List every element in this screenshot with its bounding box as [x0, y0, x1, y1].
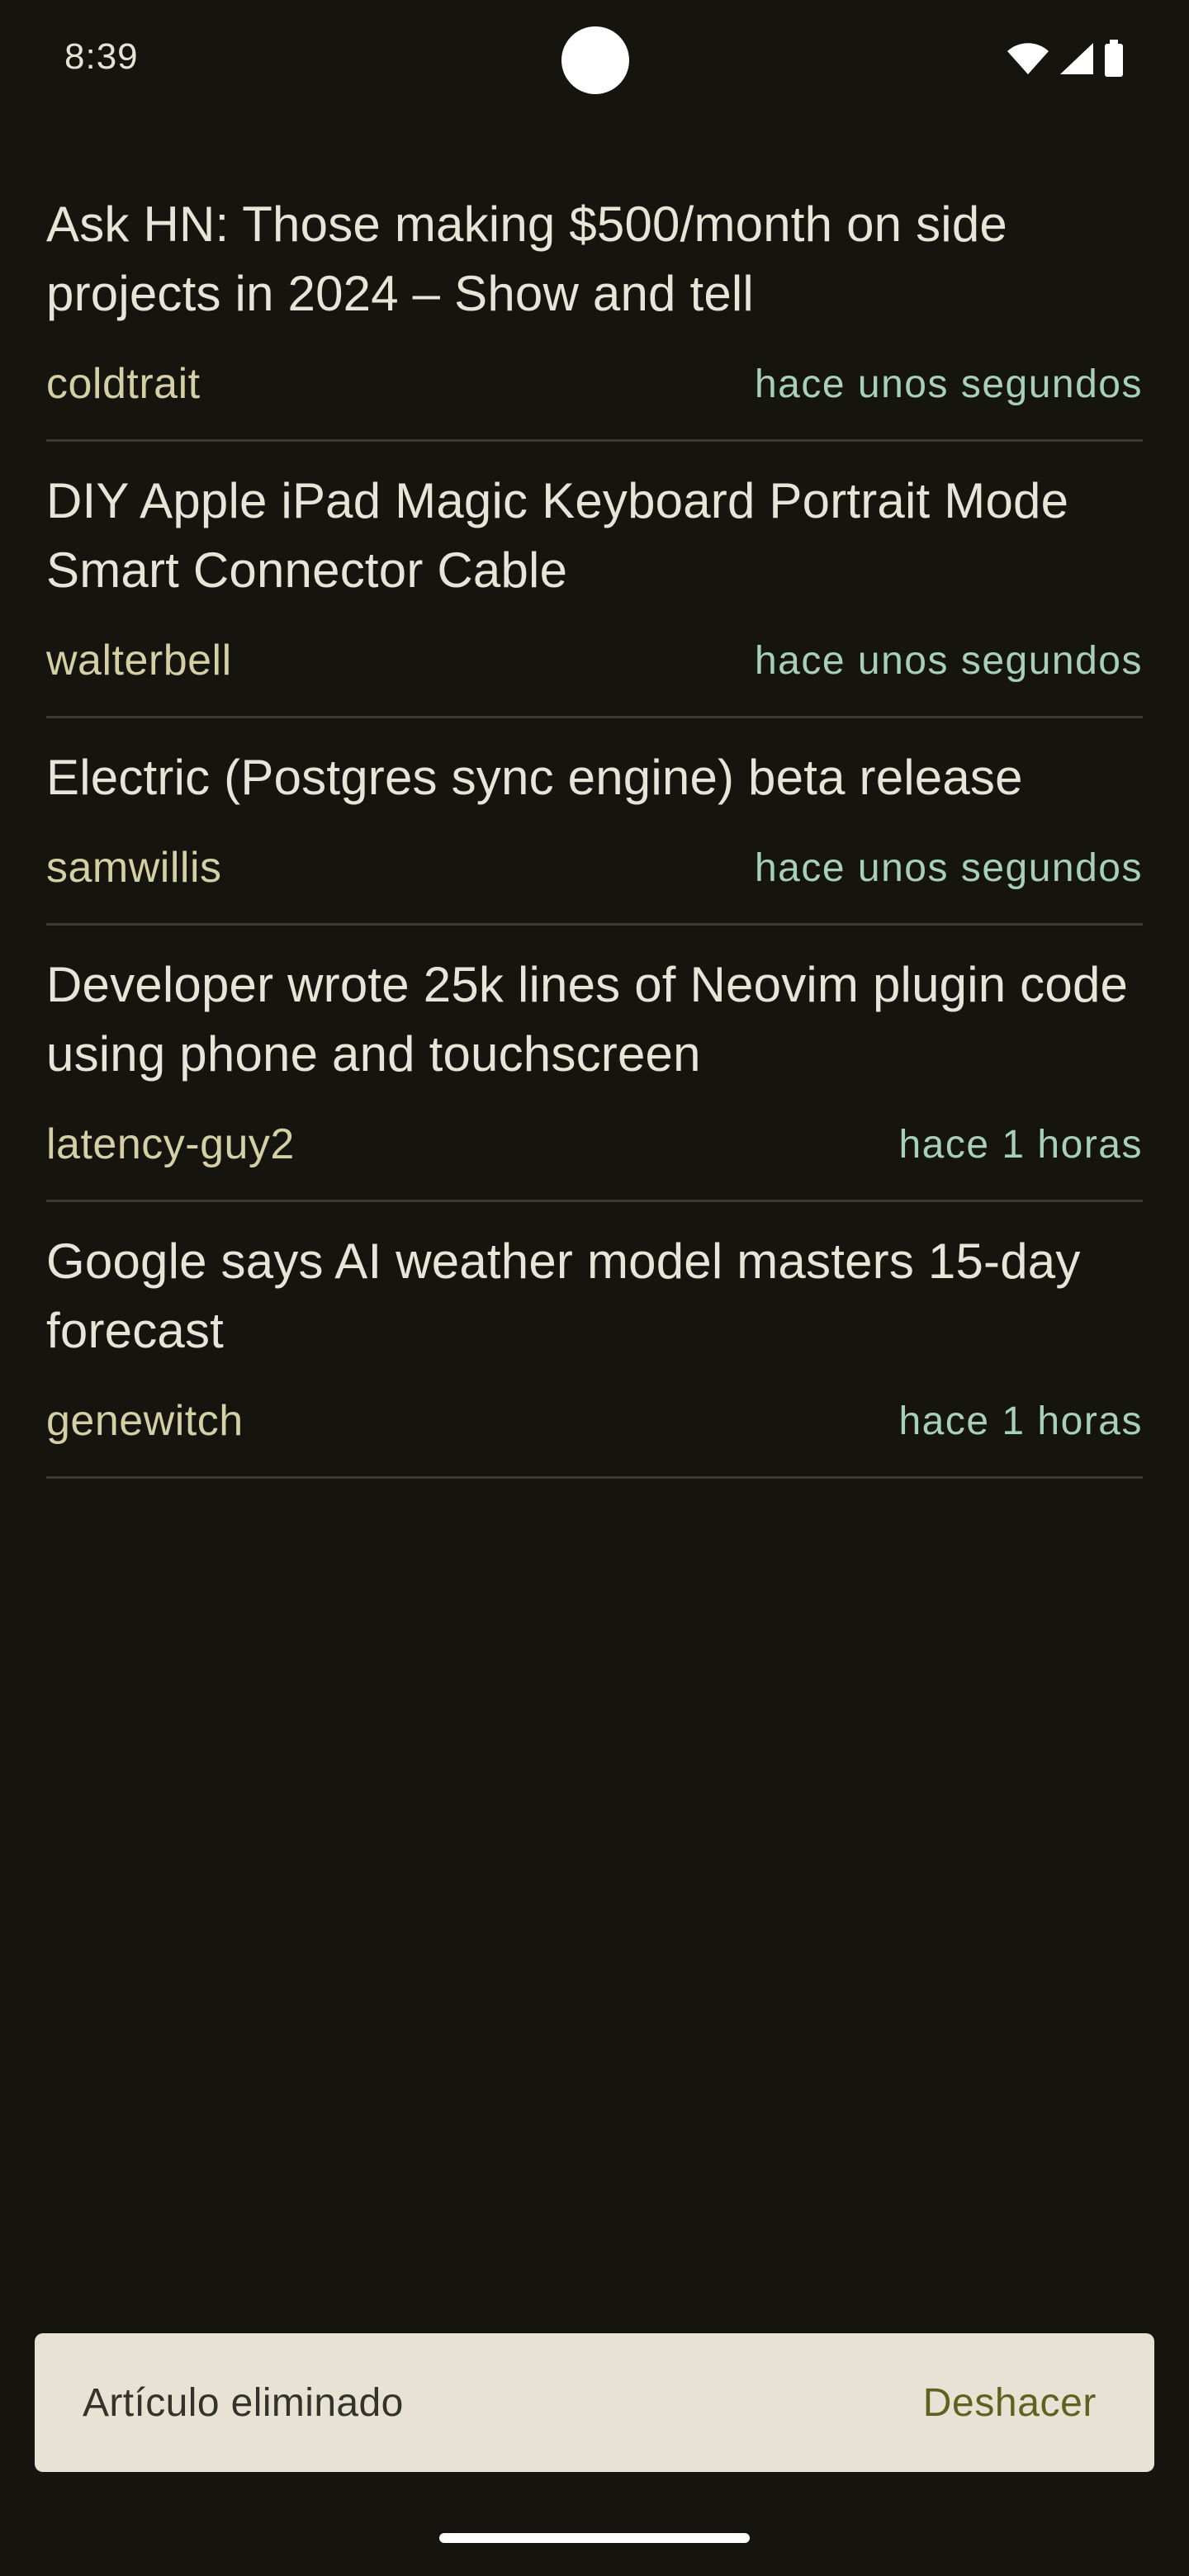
story-author: genewitch — [46, 1397, 244, 1445]
story-meta: samwillis hace unos segundos — [46, 834, 1143, 902]
story-time: hace 1 horas — [898, 1399, 1143, 1443]
story-item[interactable]: Ask HN: Those making $500/month on side … — [46, 165, 1143, 442]
story-title: Ask HN: Those making $500/month on side … — [46, 197, 1007, 321]
story-meta: coldtrait hace unos segundos — [46, 350, 1143, 418]
story-time: hace unos segundos — [754, 845, 1143, 890]
undo-button[interactable]: Deshacer — [923, 2380, 1097, 2426]
story-meta: genewitch hace 1 horas — [46, 1387, 1143, 1455]
story-time: hace unos segundos — [754, 362, 1143, 406]
front-camera-cutout — [561, 26, 629, 94]
home-indicator[interactable] — [439, 2533, 750, 2543]
cellular-signal-icon — [1059, 41, 1095, 76]
battery-icon — [1103, 40, 1125, 78]
status-time: 8:39 — [64, 36, 139, 77]
story-item[interactable]: DIY Apple iPad Magic Keyboard Portrait M… — [46, 442, 1143, 718]
snackbar: Artículo eliminado Deshacer — [35, 2333, 1154, 2472]
story-title: DIY Apple iPad Magic Keyboard Portrait M… — [46, 473, 1069, 598]
story-meta: latency-guy2 hace 1 horas — [46, 1110, 1143, 1178]
story-list: Ask HN: Those making $500/month on side … — [0, 165, 1189, 1479]
wifi-icon — [1006, 41, 1050, 76]
story-title: Google says AI weather model masters 15-… — [46, 1234, 1081, 1358]
story-time: hace 1 horas — [898, 1122, 1143, 1167]
story-author: latency-guy2 — [46, 1120, 295, 1168]
story-meta: walterbell hace unos segundos — [46, 627, 1143, 694]
story-time: hace unos segundos — [754, 638, 1143, 683]
story-item[interactable]: Google says AI weather model masters 15-… — [46, 1202, 1143, 1479]
story-item[interactable]: Developer wrote 25k lines of Neovim plug… — [46, 926, 1143, 1202]
snackbar-message: Artículo eliminado — [83, 2380, 404, 2425]
story-title: Electric (Postgres sync engine) beta rel… — [46, 750, 1023, 805]
story-author: walterbell — [46, 637, 232, 684]
story-title: Developer wrote 25k lines of Neovim plug… — [46, 957, 1129, 1082]
status-icons — [1006, 40, 1125, 78]
status-bar: 8:39 — [0, 0, 1189, 116]
story-author: coldtrait — [46, 360, 201, 408]
story-author: samwillis — [46, 844, 222, 892]
story-item[interactable]: Electric (Postgres sync engine) beta rel… — [46, 718, 1143, 926]
